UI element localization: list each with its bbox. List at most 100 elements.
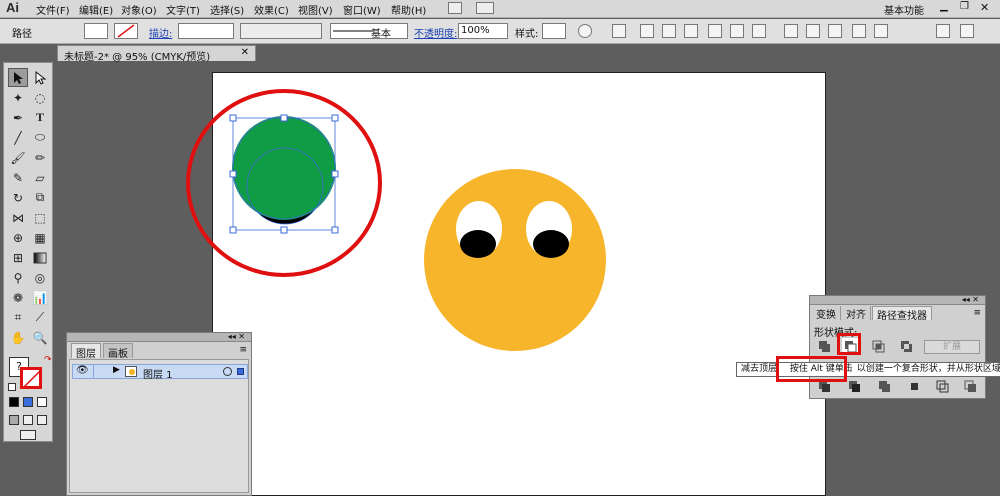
layers-panel-header[interactable]: ◂◂ ✕	[67, 333, 251, 342]
stroke-link[interactable]: 描边:	[149, 25, 172, 40]
selection-indicator-icon[interactable]	[237, 368, 244, 375]
distribute-top-icon[interactable]	[784, 24, 798, 38]
bridge-icon[interactable]	[448, 2, 462, 14]
align-to-icon[interactable]	[612, 24, 626, 38]
lasso-tool-icon[interactable]: ◌	[30, 88, 50, 107]
pen-tool-icon[interactable]: ✒	[8, 108, 28, 127]
menu-edit[interactable]: 编辑(E)	[79, 2, 113, 17]
panel-menu-icon[interactable]: ≡	[973, 308, 981, 318]
fill-swatch[interactable]	[84, 23, 108, 39]
color-mode-icon[interactable]	[9, 397, 19, 407]
tab-align[interactable]: 对齐	[842, 306, 871, 321]
blob-brush-tool-icon[interactable]: ✎	[8, 168, 28, 187]
window-restore-icon[interactable]: ❐	[960, 1, 969, 12]
opacity-field[interactable]: 100%	[458, 23, 508, 39]
ellipse-tool-icon[interactable]: ⬭	[30, 128, 50, 147]
none-mode-icon[interactable]	[37, 397, 47, 407]
draw-normal-icon[interactable]	[9, 415, 19, 425]
layer-row[interactable]: 👁 ▶ 图层 1	[72, 364, 248, 381]
artboard-tool-icon[interactable]: ⌗	[8, 308, 28, 327]
free-transform-tool-icon[interactable]: ⬚	[30, 208, 50, 227]
stroke-weight-field[interactable]	[178, 23, 234, 39]
brush-field[interactable]: 基本	[330, 23, 408, 40]
align-center-icon[interactable]	[662, 24, 676, 38]
exclude-icon[interactable]	[898, 338, 914, 354]
distribute-left-icon[interactable]	[852, 24, 866, 38]
visibility-eye-icon[interactable]: 👁	[76, 365, 89, 376]
workspace-switcher[interactable]: 基本功能	[884, 2, 924, 17]
line-tool-icon[interactable]: ╱	[8, 128, 28, 147]
crop-icon[interactable]	[906, 378, 922, 394]
recolor-artwork-icon[interactable]	[578, 24, 592, 38]
lock-column[interactable]	[93, 365, 94, 378]
pathfinder-panel-header[interactable]: ◂◂ ✕	[810, 296, 985, 305]
tab-artboards[interactable]: 画板	[103, 343, 133, 360]
target-icon[interactable]	[223, 367, 232, 376]
align-right-icon[interactable]	[684, 24, 698, 38]
menu-view[interactable]: 视图(V)	[298, 2, 333, 17]
artboard[interactable]	[212, 72, 826, 496]
draw-inside-icon[interactable]	[37, 415, 47, 425]
align-top-icon[interactable]	[708, 24, 722, 38]
align-left-icon[interactable]	[640, 24, 654, 38]
menu-file[interactable]: 文件(F)	[36, 2, 70, 17]
style-swatch[interactable]	[542, 23, 566, 39]
distribute-center-icon[interactable]	[806, 24, 820, 38]
gradient-mode-icon[interactable]	[23, 397, 33, 407]
trim-icon[interactable]	[846, 378, 862, 394]
type-tool-icon[interactable]: T	[30, 108, 50, 127]
menu-object[interactable]: 对象(O)	[121, 2, 157, 17]
minus-back-icon[interactable]	[962, 378, 978, 394]
zoom-tool-icon[interactable]: 🔍	[30, 328, 50, 347]
gradient-tool-icon[interactable]	[30, 248, 50, 267]
merge-icon[interactable]	[876, 378, 892, 394]
symbol-sprayer-tool-icon[interactable]: ❁	[8, 288, 28, 307]
intersect-icon[interactable]	[870, 338, 886, 354]
swap-fill-stroke-icon[interactable]: ↷	[44, 355, 52, 365]
tab-pathfinder[interactable]: 路径查找器	[872, 306, 932, 322]
distribute-hcenter-icon[interactable]	[874, 24, 888, 38]
scale-tool-icon[interactable]: ⧉	[30, 188, 50, 207]
align-middle-icon[interactable]	[730, 24, 744, 38]
align-bottom-icon[interactable]	[752, 24, 766, 38]
menu-type[interactable]: 文字(T)	[166, 2, 200, 17]
window-minimize-icon[interactable]: ▁	[940, 1, 948, 12]
document-tab[interactable]: 未标题-2* @ 95% (CMYK/预览) ✕	[57, 45, 256, 63]
close-tab-icon[interactable]: ✕	[241, 47, 249, 58]
pencil-tool-icon[interactable]: ✏	[30, 148, 50, 167]
column-graph-tool-icon[interactable]: 📊	[30, 288, 50, 307]
outline-icon[interactable]	[934, 378, 950, 394]
default-colors-icon[interactable]	[8, 383, 16, 391]
arrange-documents-icon[interactable]	[476, 2, 494, 14]
opacity-link[interactable]: 不透明度:	[414, 25, 457, 40]
slice-tool-icon[interactable]: ⟋	[30, 308, 50, 327]
magic-wand-tool-icon[interactable]: ✦	[8, 88, 28, 107]
menu-window[interactable]: 窗口(W)	[343, 2, 381, 17]
distribute-bottom-icon[interactable]	[828, 24, 842, 38]
control-panel-menu-icon[interactable]	[960, 24, 974, 38]
window-close-icon[interactable]: ✕	[980, 1, 989, 14]
panel-menu-icon[interactable]: ≡	[239, 345, 247, 355]
tab-layers[interactable]: 图层	[71, 343, 101, 360]
mesh-tool-icon[interactable]: ⊞	[8, 248, 28, 267]
perspective-grid-tool-icon[interactable]: ▦	[30, 228, 50, 247]
tab-transform[interactable]: 变换	[812, 306, 841, 321]
isolate-object-icon[interactable]	[936, 24, 950, 38]
expand-button[interactable]: 扩展	[924, 340, 980, 354]
paintbrush-tool-icon[interactable]: 🖌	[8, 148, 28, 167]
unite-icon[interactable]	[816, 338, 832, 354]
variable-width-field[interactable]	[240, 23, 322, 39]
stroke-swatch[interactable]	[114, 23, 138, 39]
selection-tool-icon[interactable]	[8, 68, 28, 87]
draw-behind-icon[interactable]	[23, 415, 33, 425]
eyedropper-tool-icon[interactable]: ⚲	[8, 268, 28, 287]
menu-help[interactable]: 帮助(H)	[391, 2, 426, 17]
menu-effect[interactable]: 效果(C)	[254, 2, 289, 17]
rotate-tool-icon[interactable]: ↻	[8, 188, 28, 207]
blend-tool-icon[interactable]: ◎	[30, 268, 50, 287]
screen-mode-icon[interactable]	[20, 430, 36, 440]
eraser-tool-icon[interactable]: ▱	[30, 168, 50, 187]
expand-arrow-icon[interactable]: ▶	[113, 365, 120, 375]
menu-select[interactable]: 选择(S)	[210, 2, 244, 17]
hand-tool-icon[interactable]: ✋	[8, 328, 28, 347]
